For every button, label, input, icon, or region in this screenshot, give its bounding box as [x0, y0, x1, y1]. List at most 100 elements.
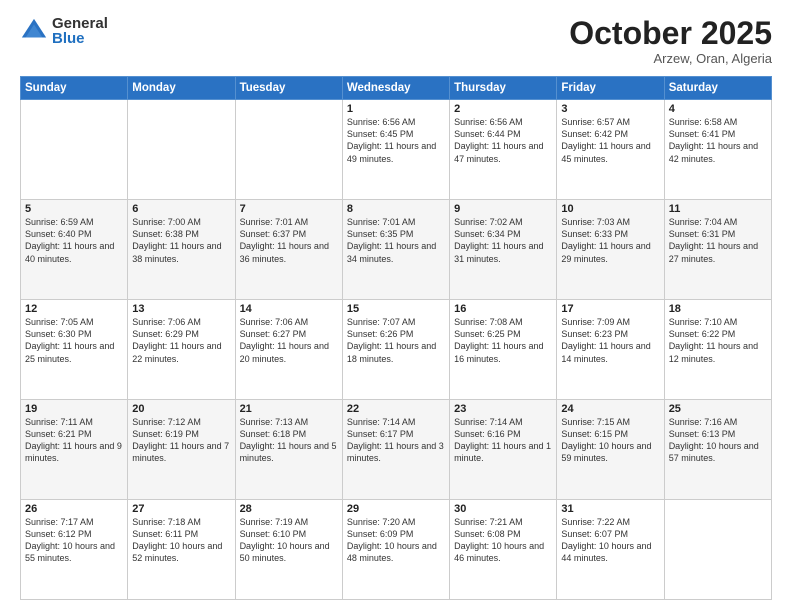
calendar-cell: 3Sunrise: 6:57 AM Sunset: 6:42 PM Daylig…	[557, 100, 664, 200]
cell-text: Sunrise: 7:18 AM Sunset: 6:11 PM Dayligh…	[132, 516, 230, 565]
cell-text: Sunrise: 7:14 AM Sunset: 6:16 PM Dayligh…	[454, 416, 552, 465]
cell-text: Sunrise: 6:57 AM Sunset: 6:42 PM Dayligh…	[561, 116, 659, 165]
col-saturday: Saturday	[664, 77, 771, 100]
calendar-cell	[664, 500, 771, 600]
cell-text: Sunrise: 7:00 AM Sunset: 6:38 PM Dayligh…	[132, 216, 230, 265]
cell-text: Sunrise: 7:19 AM Sunset: 6:10 PM Dayligh…	[240, 516, 338, 565]
cell-text: Sunrise: 7:09 AM Sunset: 6:23 PM Dayligh…	[561, 316, 659, 365]
day-number: 23	[454, 403, 552, 415]
day-number: 14	[240, 303, 338, 315]
cell-text: Sunrise: 6:56 AM Sunset: 6:45 PM Dayligh…	[347, 116, 445, 165]
cell-text: Sunrise: 7:15 AM Sunset: 6:15 PM Dayligh…	[561, 416, 659, 465]
day-number: 2	[454, 103, 552, 115]
calendar-week-3: 12Sunrise: 7:05 AM Sunset: 6:30 PM Dayli…	[21, 300, 772, 400]
day-number: 19	[25, 403, 123, 415]
calendar-body: 1Sunrise: 6:56 AM Sunset: 6:45 PM Daylig…	[21, 100, 772, 600]
day-number: 5	[25, 203, 123, 215]
calendar-cell: 23Sunrise: 7:14 AM Sunset: 6:16 PM Dayli…	[450, 400, 557, 500]
location-subtitle: Arzew, Oran, Algeria	[569, 51, 772, 66]
calendar-cell: 30Sunrise: 7:21 AM Sunset: 6:08 PM Dayli…	[450, 500, 557, 600]
calendar-cell	[235, 100, 342, 200]
calendar-cell: 20Sunrise: 7:12 AM Sunset: 6:19 PM Dayli…	[128, 400, 235, 500]
calendar-cell: 12Sunrise: 7:05 AM Sunset: 6:30 PM Dayli…	[21, 300, 128, 400]
day-number: 21	[240, 403, 338, 415]
calendar-week-5: 26Sunrise: 7:17 AM Sunset: 6:12 PM Dayli…	[21, 500, 772, 600]
cell-text: Sunrise: 7:13 AM Sunset: 6:18 PM Dayligh…	[240, 416, 338, 465]
calendar-cell: 8Sunrise: 7:01 AM Sunset: 6:35 PM Daylig…	[342, 200, 449, 300]
calendar-table: Sunday Monday Tuesday Wednesday Thursday…	[20, 76, 772, 600]
day-number: 10	[561, 203, 659, 215]
day-number: 31	[561, 503, 659, 515]
col-monday: Monday	[128, 77, 235, 100]
cell-text: Sunrise: 7:05 AM Sunset: 6:30 PM Dayligh…	[25, 316, 123, 365]
cell-text: Sunrise: 7:17 AM Sunset: 6:12 PM Dayligh…	[25, 516, 123, 565]
cell-text: Sunrise: 7:04 AM Sunset: 6:31 PM Dayligh…	[669, 216, 767, 265]
calendar-cell: 4Sunrise: 6:58 AM Sunset: 6:41 PM Daylig…	[664, 100, 771, 200]
day-number: 8	[347, 203, 445, 215]
calendar-cell: 5Sunrise: 6:59 AM Sunset: 6:40 PM Daylig…	[21, 200, 128, 300]
logo-text: General Blue	[52, 16, 108, 46]
calendar-cell: 19Sunrise: 7:11 AM Sunset: 6:21 PM Dayli…	[21, 400, 128, 500]
calendar-cell: 25Sunrise: 7:16 AM Sunset: 6:13 PM Dayli…	[664, 400, 771, 500]
cell-text: Sunrise: 7:08 AM Sunset: 6:25 PM Dayligh…	[454, 316, 552, 365]
calendar-cell: 16Sunrise: 7:08 AM Sunset: 6:25 PM Dayli…	[450, 300, 557, 400]
cell-text: Sunrise: 7:06 AM Sunset: 6:29 PM Dayligh…	[132, 316, 230, 365]
cell-text: Sunrise: 7:06 AM Sunset: 6:27 PM Dayligh…	[240, 316, 338, 365]
logo-icon	[20, 17, 48, 45]
day-number: 20	[132, 403, 230, 415]
calendar-cell: 29Sunrise: 7:20 AM Sunset: 6:09 PM Dayli…	[342, 500, 449, 600]
day-number: 15	[347, 303, 445, 315]
page: General Blue October 2025 Arzew, Oran, A…	[0, 0, 792, 612]
title-block: October 2025 Arzew, Oran, Algeria	[569, 16, 772, 66]
cell-text: Sunrise: 7:01 AM Sunset: 6:37 PM Dayligh…	[240, 216, 338, 265]
calendar-cell: 11Sunrise: 7:04 AM Sunset: 6:31 PM Dayli…	[664, 200, 771, 300]
day-number: 28	[240, 503, 338, 515]
day-number: 17	[561, 303, 659, 315]
cell-text: Sunrise: 7:22 AM Sunset: 6:07 PM Dayligh…	[561, 516, 659, 565]
calendar-week-1: 1Sunrise: 6:56 AM Sunset: 6:45 PM Daylig…	[21, 100, 772, 200]
day-number: 30	[454, 503, 552, 515]
day-number: 26	[25, 503, 123, 515]
day-number: 9	[454, 203, 552, 215]
day-number: 1	[347, 103, 445, 115]
calendar-cell: 13Sunrise: 7:06 AM Sunset: 6:29 PM Dayli…	[128, 300, 235, 400]
calendar-header: Sunday Monday Tuesday Wednesday Thursday…	[21, 77, 772, 100]
cell-text: Sunrise: 7:03 AM Sunset: 6:33 PM Dayligh…	[561, 216, 659, 265]
day-number: 18	[669, 303, 767, 315]
day-number: 3	[561, 103, 659, 115]
cell-text: Sunrise: 7:07 AM Sunset: 6:26 PM Dayligh…	[347, 316, 445, 365]
col-friday: Friday	[557, 77, 664, 100]
day-number: 16	[454, 303, 552, 315]
calendar-cell: 28Sunrise: 7:19 AM Sunset: 6:10 PM Dayli…	[235, 500, 342, 600]
calendar-cell	[21, 100, 128, 200]
day-number: 4	[669, 103, 767, 115]
col-wednesday: Wednesday	[342, 77, 449, 100]
calendar-cell: 27Sunrise: 7:18 AM Sunset: 6:11 PM Dayli…	[128, 500, 235, 600]
calendar-cell: 7Sunrise: 7:01 AM Sunset: 6:37 PM Daylig…	[235, 200, 342, 300]
month-title: October 2025	[569, 16, 772, 51]
col-sunday: Sunday	[21, 77, 128, 100]
calendar-cell	[128, 100, 235, 200]
calendar-cell: 6Sunrise: 7:00 AM Sunset: 6:38 PM Daylig…	[128, 200, 235, 300]
cell-text: Sunrise: 6:59 AM Sunset: 6:40 PM Dayligh…	[25, 216, 123, 265]
calendar-week-2: 5Sunrise: 6:59 AM Sunset: 6:40 PM Daylig…	[21, 200, 772, 300]
day-number: 7	[240, 203, 338, 215]
calendar-cell: 14Sunrise: 7:06 AM Sunset: 6:27 PM Dayli…	[235, 300, 342, 400]
day-number: 12	[25, 303, 123, 315]
calendar-cell: 24Sunrise: 7:15 AM Sunset: 6:15 PM Dayli…	[557, 400, 664, 500]
cell-text: Sunrise: 7:02 AM Sunset: 6:34 PM Dayligh…	[454, 216, 552, 265]
calendar-cell: 18Sunrise: 7:10 AM Sunset: 6:22 PM Dayli…	[664, 300, 771, 400]
day-number: 6	[132, 203, 230, 215]
calendar-cell: 10Sunrise: 7:03 AM Sunset: 6:33 PM Dayli…	[557, 200, 664, 300]
header: General Blue October 2025 Arzew, Oran, A…	[20, 16, 772, 66]
calendar-cell: 22Sunrise: 7:14 AM Sunset: 6:17 PM Dayli…	[342, 400, 449, 500]
cell-text: Sunrise: 7:12 AM Sunset: 6:19 PM Dayligh…	[132, 416, 230, 465]
day-number: 13	[132, 303, 230, 315]
calendar-cell: 15Sunrise: 7:07 AM Sunset: 6:26 PM Dayli…	[342, 300, 449, 400]
cell-text: Sunrise: 7:20 AM Sunset: 6:09 PM Dayligh…	[347, 516, 445, 565]
calendar-week-4: 19Sunrise: 7:11 AM Sunset: 6:21 PM Dayli…	[21, 400, 772, 500]
cell-text: Sunrise: 7:16 AM Sunset: 6:13 PM Dayligh…	[669, 416, 767, 465]
cell-text: Sunrise: 6:58 AM Sunset: 6:41 PM Dayligh…	[669, 116, 767, 165]
calendar-cell: 9Sunrise: 7:02 AM Sunset: 6:34 PM Daylig…	[450, 200, 557, 300]
col-tuesday: Tuesday	[235, 77, 342, 100]
